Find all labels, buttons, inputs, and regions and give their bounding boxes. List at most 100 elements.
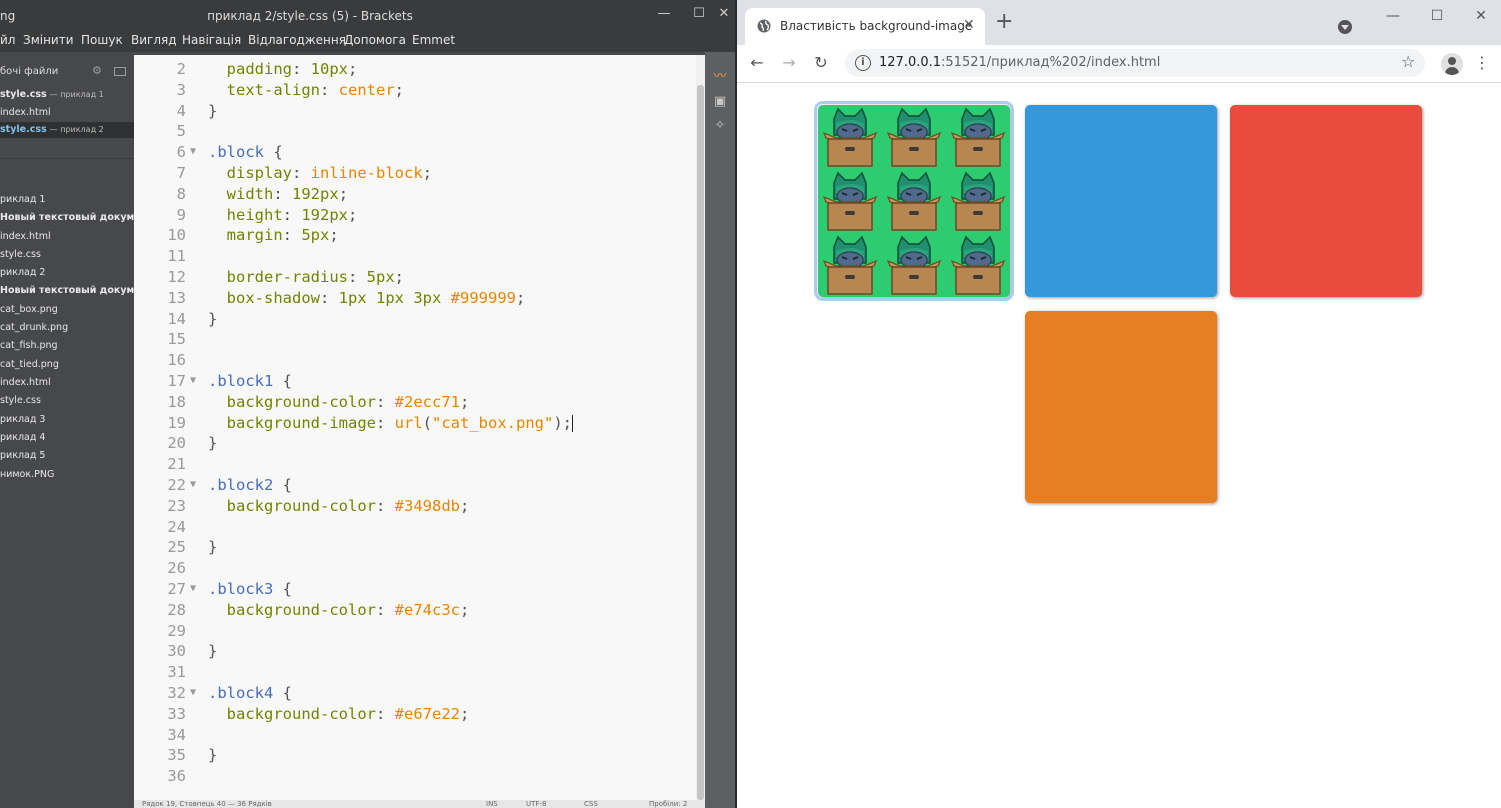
code-editor[interactable]: 2 padding: 10px; 3 text-align: center; 4} 5…: [134, 55, 696, 800]
forward-icon[interactable]: →: [778, 52, 800, 74]
tab-search-icon[interactable]: [1338, 20, 1352, 34]
code-line[interactable]: 24: [134, 517, 696, 538]
menu-view[interactable]: Вигляд: [131, 33, 177, 47]
tree-item[interactable]: cat_fish.png: [0, 338, 58, 354]
working-file-active[interactable]: style.css — приклад 2: [0, 122, 134, 138]
code-line[interactable]: 18 background-color: #2ecc71;: [134, 392, 696, 413]
code-line[interactable]: 14}: [134, 309, 696, 330]
code-line[interactable]: 17 ▼ .block1 {: [134, 371, 696, 392]
tree-item[interactable]: риклад 2: [0, 265, 45, 281]
fold-arrow-icon[interactable]: ▼: [190, 142, 196, 163]
code-line[interactable]: 9 height: 192px;: [134, 205, 696, 226]
url-text[interactable]: 127.0.0.1:51521/приклад%202/index.html: [879, 55, 1160, 70]
tree-item[interactable]: нимок.PNG: [0, 467, 54, 483]
menu-navigate[interactable]: Навігація: [182, 33, 241, 47]
code-line[interactable]: 22 ▼ .block2 {: [134, 475, 696, 496]
fold-arrow-icon[interactable]: ▼: [190, 683, 196, 704]
code-line[interactable]: 32 ▼ .block4 {: [134, 683, 696, 704]
extension-manager-icon[interactable]: ▣: [710, 92, 730, 112]
browser-tab[interactable]: Властивість background-image ✕: [745, 8, 985, 45]
fold-arrow-icon[interactable]: ▼: [190, 475, 196, 496]
back-icon[interactable]: ←: [746, 52, 768, 74]
code-line[interactable]: 12 border-radius: 5px;: [134, 267, 696, 288]
maximize-icon[interactable]: ☐: [689, 6, 709, 22]
menu-emmet[interactable]: Emmet: [412, 33, 455, 47]
tree-item[interactable]: риклад 3: [0, 412, 45, 428]
maximize-icon[interactable]: ☐: [1427, 8, 1447, 24]
menu-find[interactable]: Пошук: [81, 33, 123, 47]
code-line[interactable]: 26: [134, 558, 696, 579]
code-line[interactable]: 4}: [134, 101, 696, 122]
reload-icon[interactable]: ↻: [810, 52, 832, 74]
code-line[interactable]: 30}: [134, 641, 696, 662]
code-line[interactable]: 31: [134, 662, 696, 683]
code-line[interactable]: 7 display: inline-block;: [134, 163, 696, 184]
tree-item[interactable]: cat_tied.png: [0, 357, 59, 373]
code-line[interactable]: 5: [134, 121, 696, 142]
code-line[interactable]: 36: [134, 766, 696, 787]
code-line[interactable]: 33 background-color: #e67e22;: [134, 704, 696, 725]
tree-item[interactable]: Новый текстовый документ: [0, 283, 134, 299]
code-line[interactable]: 15: [134, 329, 696, 350]
code-line[interactable]: 2 padding: 10px;: [134, 59, 696, 80]
profile-icon[interactable]: [1441, 53, 1463, 75]
code-line[interactable]: 8 width: 192px;: [134, 184, 696, 205]
emmet-wand-icon[interactable]: ✧: [710, 116, 730, 136]
close-icon[interactable]: ✕: [963, 17, 975, 33]
code-line[interactable]: 11: [134, 246, 696, 267]
code-line[interactable]: 21: [134, 454, 696, 475]
close-icon[interactable]: ✕: [714, 6, 734, 22]
fold-arrow-icon[interactable]: ▼: [190, 371, 196, 392]
code-line[interactable]: 23 background-color: #3498db;: [134, 496, 696, 517]
tree-item[interactable]: style.css: [0, 393, 41, 409]
scrollbar-thumb[interactable]: [697, 85, 704, 800]
live-preview-icon[interactable]: 〰: [710, 67, 730, 87]
menu-icon[interactable]: ⋮: [1474, 53, 1490, 72]
tree-item[interactable]: index.html: [0, 375, 51, 391]
tree-item[interactable]: риклад 1: [0, 192, 45, 208]
gear-icon[interactable]: ⚙: [92, 64, 102, 77]
code-line[interactable]: 34: [134, 725, 696, 746]
working-file[interactable]: style.css — приклад 1: [0, 87, 104, 103]
code-line[interactable]: 10 margin: 5px;: [134, 225, 696, 246]
tree-item[interactable]: cat_drunk.png: [0, 320, 68, 336]
minimize-icon[interactable]: —: [654, 6, 674, 22]
code-line[interactable]: 6 ▼ .block {: [134, 142, 696, 163]
code-line[interactable]: 16: [134, 350, 696, 371]
code-line[interactable]: 3 text-align: center;: [134, 80, 696, 101]
menu-file[interactable]: йл: [0, 33, 15, 47]
code-line[interactable]: 19 background-image: url("cat_box.png");: [134, 413, 696, 434]
code-text: padding: 10px;: [226, 60, 358, 78]
tree-item[interactable]: риклад 4: [0, 430, 45, 446]
minimize-icon[interactable]: —: [1383, 8, 1403, 24]
editor-scrollbar[interactable]: [696, 55, 705, 800]
new-tab-icon[interactable]: +: [995, 11, 1013, 33]
tree-item[interactable]: index.html: [0, 229, 51, 245]
menu-debug[interactable]: Відлагодження: [248, 33, 346, 47]
tree-item[interactable]: Новый текстовый документ: [0, 210, 134, 226]
code-line[interactable]: 29: [134, 621, 696, 642]
ins-mode[interactable]: INS: [486, 800, 498, 808]
code-line[interactable]: 20}: [134, 433, 696, 454]
fold-arrow-icon[interactable]: ▼: [190, 579, 196, 600]
close-window-icon[interactable]: ✕: [1471, 8, 1491, 24]
menu-help[interactable]: Допомога: [344, 33, 406, 47]
code-line[interactable]: 35}: [134, 745, 696, 766]
tree-item[interactable]: style.css: [0, 247, 41, 263]
block4-orange: [1025, 311, 1217, 503]
working-file[interactable]: index.html: [0, 105, 51, 121]
code-line[interactable]: 25}: [134, 537, 696, 558]
bookmark-star-icon[interactable]: ☆: [1401, 52, 1415, 71]
split-view-icon[interactable]: [114, 67, 126, 76]
address-bar[interactable]: i 127.0.0.1:51521/приклад%202/index.html…: [845, 49, 1425, 77]
indent-spaces[interactable]: Пробіли: 2: [649, 800, 687, 808]
tree-item[interactable]: риклад 5: [0, 448, 45, 464]
code-line[interactable]: 28 background-color: #e74c3c;: [134, 600, 696, 621]
code-line[interactable]: 27 ▼ .block3 {: [134, 579, 696, 600]
tree-item[interactable]: cat_box.png: [0, 302, 58, 318]
menu-edit[interactable]: Змінити: [23, 33, 74, 47]
encoding[interactable]: UTF-8: [526, 800, 546, 808]
language-mode[interactable]: CSS: [584, 800, 598, 808]
info-icon[interactable]: i: [855, 55, 871, 71]
code-line[interactable]: 13 box-shadow: 1px 1px 3px #999999;: [134, 288, 696, 309]
